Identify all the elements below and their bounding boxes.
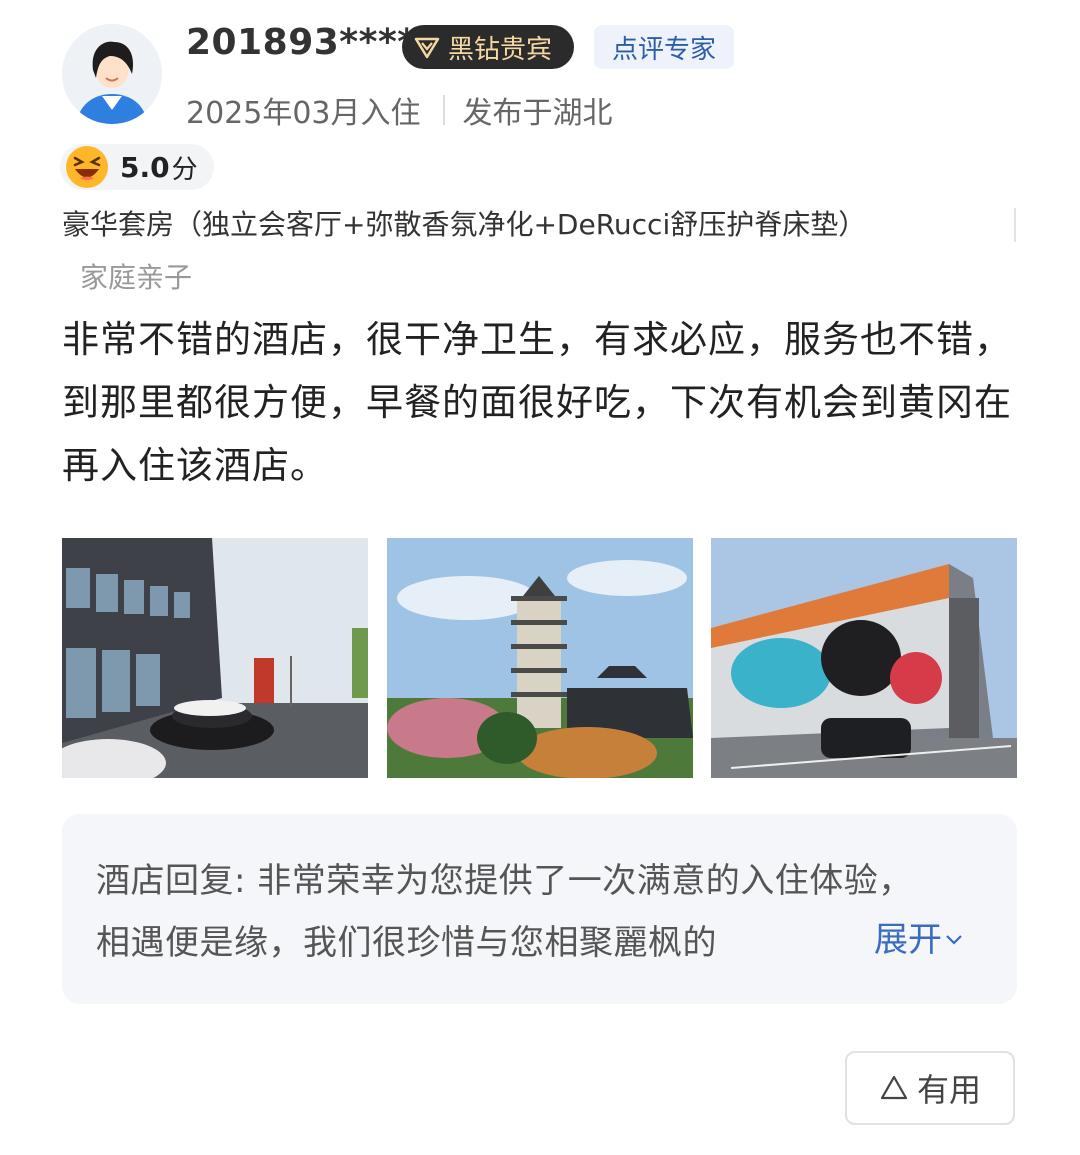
- diamond-icon: [414, 36, 440, 59]
- post-location: 发布于湖北: [462, 96, 613, 131]
- pagoda-photo[interactable]: [387, 538, 693, 778]
- meta-divider: [442, 95, 445, 125]
- vip-label: 黑钻贵宾: [448, 34, 553, 65]
- room-name: 豪华套房（独立会客厅+弥散香氛净化+DeRucci舒压护脊床垫）: [62, 208, 867, 241]
- laughing-emoji-icon: [66, 146, 108, 188]
- trip-type: 家庭亲子: [80, 261, 193, 294]
- expert-label: 点评专家: [612, 34, 717, 65]
- hotel-exterior-photo[interactable]: [62, 538, 368, 778]
- review-meta: 2025年03月入住 发布于湖北: [186, 88, 613, 132]
- thumb-up-icon: [880, 1075, 908, 1100]
- review-card: 201893**** 黑钻贵宾 点评专家 2025年03月入住 发布于湖北 5.…: [0, 0, 1080, 1155]
- graffiti-wall-photo[interactable]: [711, 538, 1017, 778]
- expand-button[interactable]: 展开: [874, 912, 964, 961]
- chevron-down-icon: [946, 934, 962, 945]
- review-text: 非常不错的酒店，很干净卫生，有求必应，服务也不错，到那里都很方便，早餐的面很好吃…: [62, 318, 1012, 487]
- rating-unit: 分: [171, 154, 198, 185]
- avatar[interactable]: [62, 24, 162, 124]
- helpful-button[interactable]: 有用: [845, 1051, 1015, 1125]
- rating-badge: 5.0 分: [60, 144, 214, 190]
- expert-badge: 点评专家: [594, 25, 735, 69]
- stay-date: 2025年03月入住: [186, 96, 421, 131]
- hotel-reply: 酒店回复: 非常荣幸为您提供了一次满意的入住体验，相遇便是缘，我们很珍惜与您相聚…: [62, 814, 1017, 1004]
- expand-label: 展开: [874, 920, 942, 960]
- helpful-label: 有用: [916, 1071, 981, 1109]
- vip-badge: 黑钻贵宾: [402, 25, 575, 69]
- reply-fade: [802, 914, 862, 976]
- rating-score: 5.0: [120, 150, 170, 184]
- username[interactable]: 201893****: [186, 22, 417, 63]
- user-avatar-icon: [62, 24, 162, 124]
- room-divider: [1014, 208, 1016, 242]
